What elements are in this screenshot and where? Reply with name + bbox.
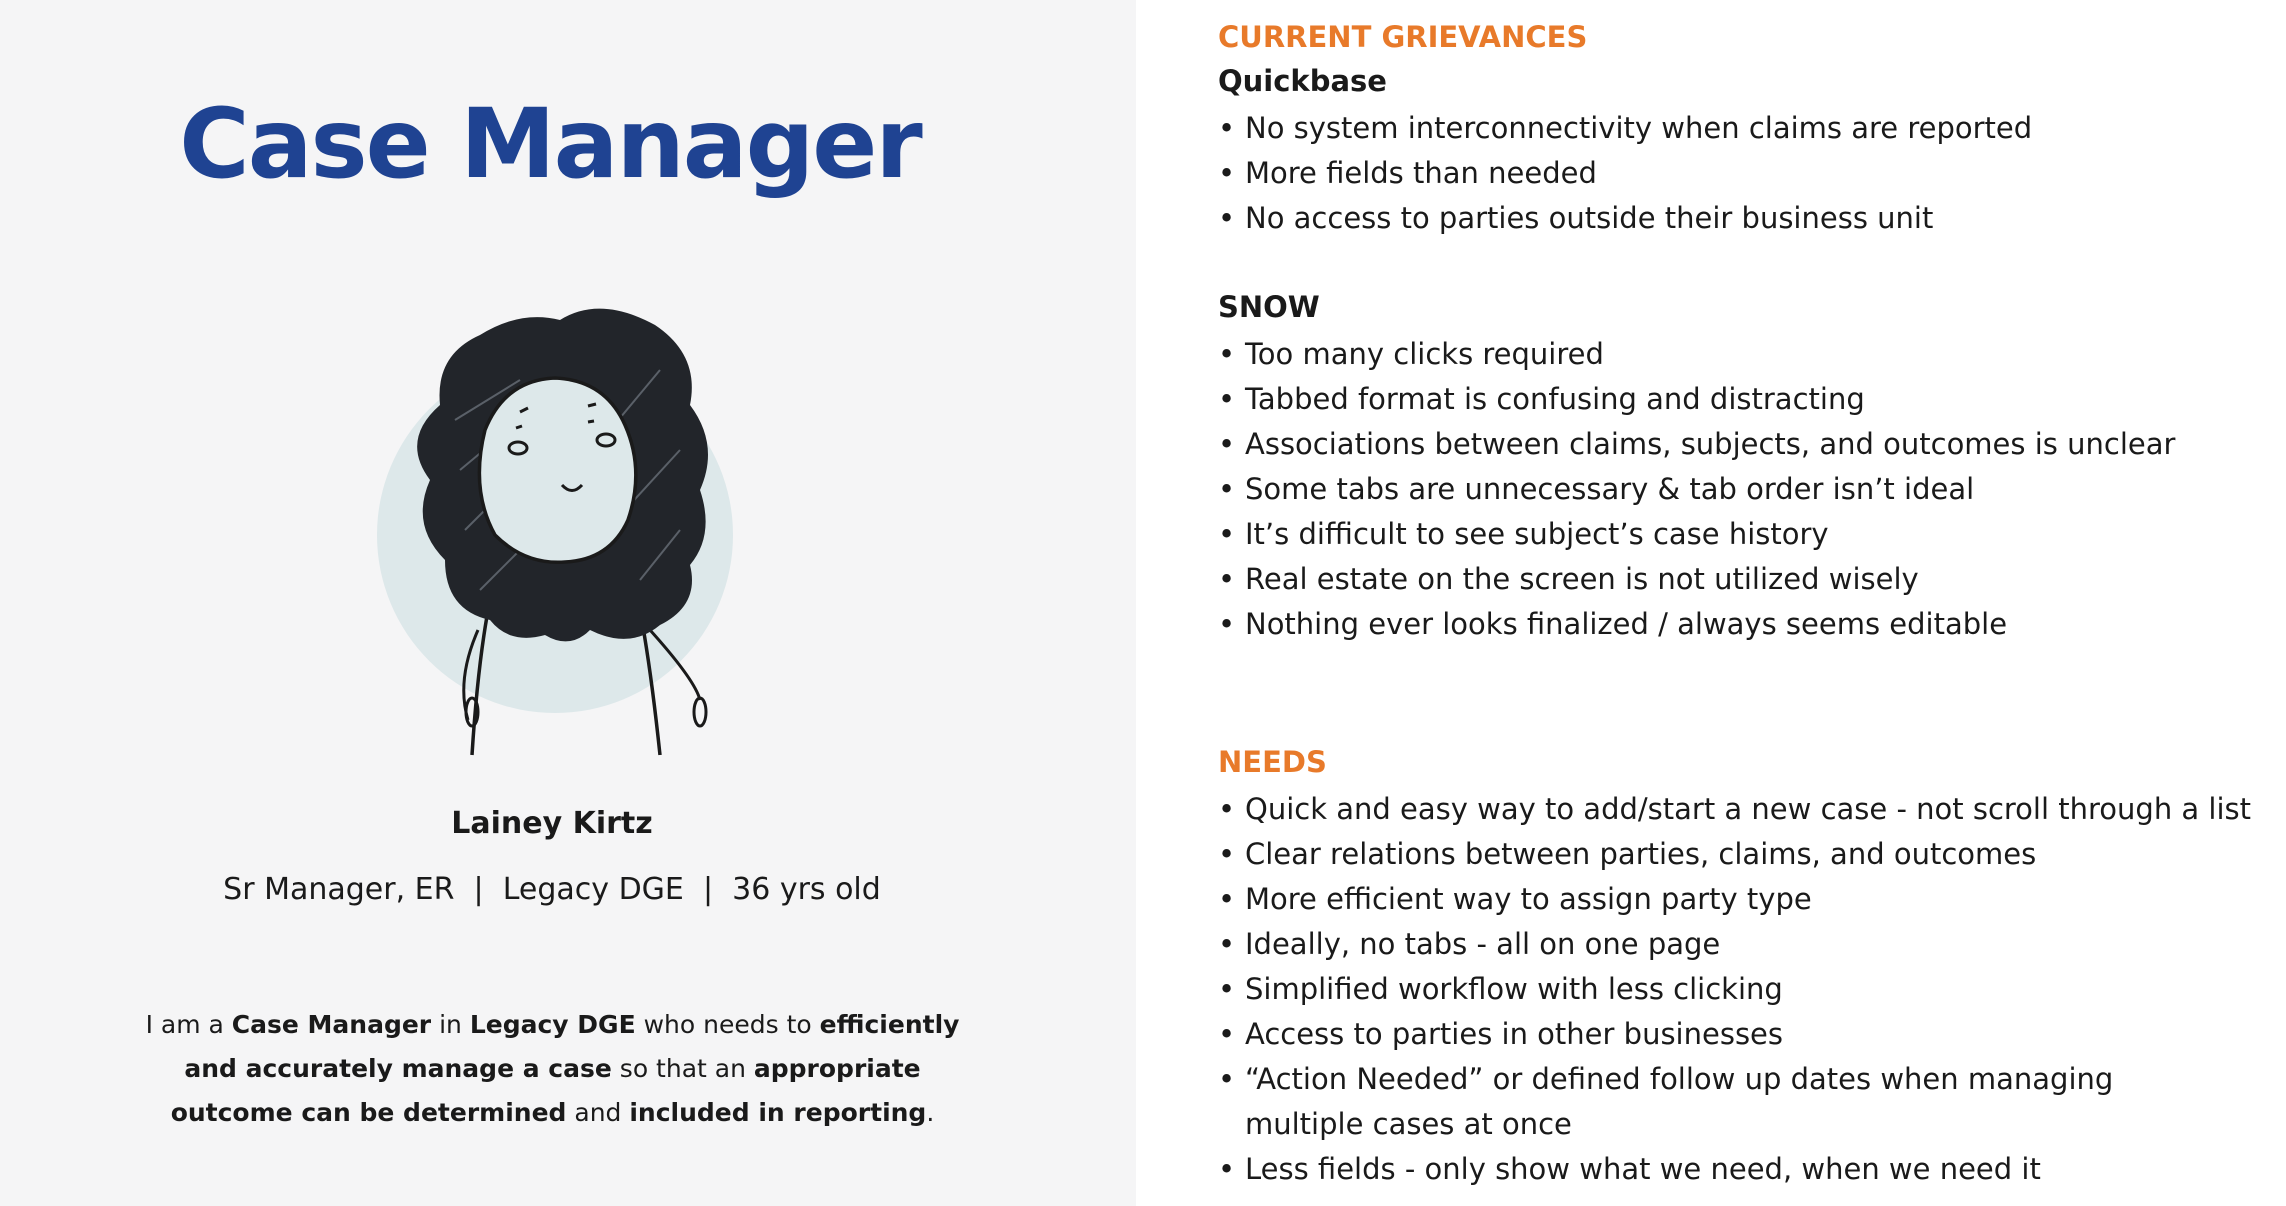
statement-text: so that an [611, 1054, 754, 1083]
list-item: • More fields than needed [1218, 151, 2258, 196]
list-item: • More efficient way to assign party type [1218, 877, 2258, 922]
list-item-text: No system interconnectivity when claims … [1245, 111, 2033, 145]
quickbase-heading: Quickbase [1218, 64, 1387, 98]
persona-panel: Case Manager Lainey Kirtz Sr Manager, ER… [0, 0, 1136, 1206]
grievances-heading: CURRENT GRIEVANCES [1218, 20, 1588, 54]
bullet-icon: • [1218, 562, 1236, 596]
bullet-icon: • [1218, 337, 1236, 371]
list-item-text: More efficient way to assign party type [1245, 882, 1812, 916]
list-item-text: Tabbed format is confusing and distracti… [1245, 382, 1865, 416]
snow-list: • Too many clicks required • Tabbed format … [1218, 332, 2258, 647]
bullet-icon: • [1218, 972, 1236, 1006]
bullet-icon: • [1218, 382, 1236, 416]
list-item: • “Action Needed” or defined follow up da… [1218, 1057, 2205, 1147]
persona-meta: Sr Manager, ER | Legacy DGE | 36 yrs old [223, 872, 881, 907]
statement-text: I am a [145, 1010, 232, 1039]
bullet-icon: • [1218, 472, 1236, 506]
bullet-icon: • [1218, 427, 1236, 461]
bullet-icon: • [1218, 1017, 1236, 1051]
quickbase-list: • No system interconnectivity when claims… [1218, 106, 2258, 241]
needs-list: • Quick and easy way to add/start a new c… [1218, 787, 2258, 1192]
statement-text: . [926, 1098, 935, 1127]
list-item-text: Access to parties in other businesses [1245, 1017, 1784, 1051]
bullet-icon: • [1218, 792, 1236, 826]
list-item: • Nothing ever looks finalized / always s… [1218, 602, 2258, 647]
statement-text: in [431, 1010, 470, 1039]
list-item-text: Real estate on the screen is not utilize… [1245, 562, 1919, 596]
list-item-text: “Action Needed” or defined follow up dat… [1245, 1062, 2114, 1141]
list-item-text: It’s difficult to see subject’s case his… [1245, 517, 1829, 551]
list-item: • Associations between claims, subjects, … [1218, 422, 2258, 467]
bullet-icon: • [1218, 607, 1236, 641]
bullet-icon: • [1218, 927, 1236, 961]
bullet-icon: • [1218, 882, 1236, 916]
bullet-icon: • [1218, 517, 1236, 551]
bullet-icon: • [1218, 111, 1236, 145]
list-item-text: Too many clicks required [1245, 337, 1604, 371]
bullet-icon: • [1218, 837, 1236, 871]
list-item: • No system interconnectivity when claims… [1218, 106, 2258, 151]
list-item-text: Quick and easy way to add/start a new ca… [1245, 792, 2252, 826]
woman-avatar-icon [360, 300, 760, 760]
list-item: • Access to parties in other businesses [1218, 1012, 2258, 1057]
statement-text: and [566, 1098, 630, 1127]
list-item-text: Nothing ever looks finalized / always se… [1245, 607, 2008, 641]
list-item: • Tabbed format is confusing and distract… [1218, 377, 2258, 422]
statement-emphasis: Legacy DGE [469, 1010, 636, 1039]
statement-text: who needs to [635, 1010, 820, 1039]
persona-statement: I am a Case Manager in Legacy DGE who ne… [130, 1003, 975, 1135]
list-item: • Simplified workflow with less clicking [1218, 967, 2258, 1012]
persona-title: Case Manager [179, 88, 923, 200]
bullet-icon: • [1218, 201, 1236, 235]
snow-heading: SNOW [1218, 290, 1320, 324]
statement-emphasis: Case Manager [231, 1010, 432, 1039]
list-item-text: Less fields - only show what we need, wh… [1245, 1152, 2041, 1186]
persona-name: Lainey Kirtz [451, 806, 653, 841]
list-item: • No access to parties outside their busi… [1218, 196, 2258, 241]
list-item: • Clear relations between parties, claims… [1218, 832, 2258, 877]
list-item-text: Simplified workflow with less clicking [1245, 972, 1783, 1006]
list-item: • It’s difficult to see subject’s case hi… [1218, 512, 2258, 557]
bullet-icon: • [1218, 156, 1236, 190]
list-item-text: Associations between claims, subjects, a… [1245, 427, 2176, 461]
list-item: • Quick and easy way to add/start a new c… [1218, 787, 2258, 832]
list-item-text: More fields than needed [1245, 156, 1597, 190]
bullet-icon: • [1218, 1152, 1236, 1186]
list-item: • Real estate on the screen is not utiliz… [1218, 557, 2258, 602]
list-item: • Some tabs are unnecessary & tab order i… [1218, 467, 2258, 512]
list-item: • Ideally, no tabs - all on one page [1218, 922, 2258, 967]
needs-heading: NEEDS [1218, 745, 1327, 779]
list-item: • Less fields - only show what we need, w… [1218, 1147, 2258, 1192]
list-item: • Too many clicks required [1218, 332, 2258, 377]
statement-emphasis: included in reporting [629, 1098, 927, 1127]
list-item-text: Clear relations between parties, claims,… [1245, 837, 2037, 871]
list-item-text: Some tabs are unnecessary & tab order is… [1245, 472, 1975, 506]
bullet-icon: • [1218, 1062, 1236, 1096]
list-item-text: No access to parties outside their busin… [1245, 201, 1934, 235]
list-item-text: Ideally, no tabs - all on one page [1245, 927, 1721, 961]
